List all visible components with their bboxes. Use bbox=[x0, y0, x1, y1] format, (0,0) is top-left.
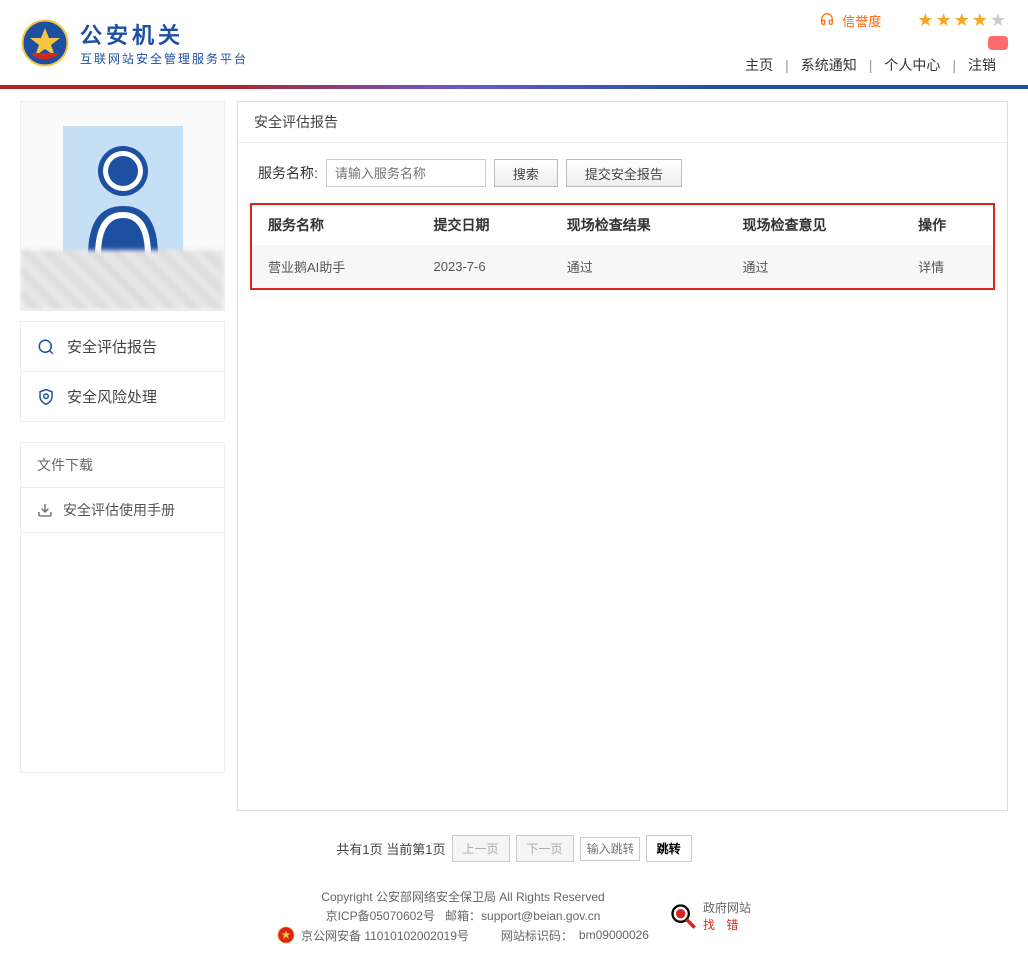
col-check-opinion: 现场检查意见 bbox=[726, 205, 902, 245]
header: 公安机关 互联网站安全管理服务平台 信誉度 ★★★★★ 主页 | 系统通知 | … bbox=[0, 0, 1028, 85]
col-submit-date: 提交日期 bbox=[418, 205, 551, 245]
sidebar-item-risk-handling[interactable]: 安全风险处理 bbox=[21, 372, 224, 421]
search-icon bbox=[37, 338, 55, 356]
file-item-label: 安全评估使用手册 bbox=[63, 500, 175, 520]
download-icon bbox=[37, 502, 53, 518]
gov-badge-sub: 找 错 bbox=[703, 916, 751, 933]
shield-icon bbox=[37, 388, 55, 406]
sidebar-spacer bbox=[20, 533, 225, 773]
cell-date: 2023-7-6 bbox=[418, 245, 551, 288]
sidebar: 安全评估报告 安全风险处理 文件下载 安全评估使用手册 bbox=[20, 101, 225, 811]
file-download-item[interactable]: 安全评估使用手册 bbox=[21, 488, 224, 532]
cell-service-name: 营业鹅AI助手 bbox=[252, 245, 418, 288]
sub-title: 互联网站安全管理服务平台 bbox=[80, 50, 248, 67]
menu-panel: 安全评估报告 安全风险处理 bbox=[20, 321, 225, 422]
footer: Copyright 公安部网络安全保卫局 All Rights Reserved… bbox=[0, 874, 1028, 958]
col-service-name: 服务名称 bbox=[252, 205, 418, 245]
detail-link[interactable]: 详情 bbox=[918, 260, 944, 275]
file-download-section: 文件下载 安全评估使用手册 bbox=[20, 442, 225, 533]
avatar-box bbox=[20, 101, 225, 311]
nav-row: 主页 | 系统通知 | 个人中心 | 注销 bbox=[733, 55, 1008, 75]
police-badge-small-icon bbox=[277, 926, 295, 944]
top-right: 信誉度 ★★★★★ 主页 | 系统通知 | 个人中心 | 注销 bbox=[733, 10, 1008, 75]
logo-section: 公安机关 互联网站安全管理服务平台 bbox=[20, 18, 248, 68]
nav-profile[interactable]: 个人中心 bbox=[872, 55, 952, 75]
nav-logout[interactable]: 注销 bbox=[956, 55, 1008, 75]
container: 安全评估报告 安全风险处理 文件下载 安全评估使用手册 安全评估报告 服务名称:… bbox=[0, 89, 1028, 823]
search-input[interactable] bbox=[326, 159, 486, 187]
gov-badge-main: 政府网站 bbox=[703, 899, 751, 916]
search-button[interactable]: 搜索 bbox=[494, 159, 558, 187]
page-jump-input[interactable] bbox=[580, 837, 640, 861]
nav-home[interactable]: 主页 bbox=[733, 55, 785, 75]
footer-icp: 京ICP备05070602号 邮箱：support@beian.gov.cn bbox=[277, 907, 649, 924]
report-table: 服务名称 提交日期 现场检查结果 现场检查意见 操作 营业鹅AI助手 2023-… bbox=[252, 205, 993, 288]
footer-copyright: Copyright 公安部网络安全保卫局 All Rights Reserved bbox=[277, 888, 649, 905]
col-check-result: 现场检查结果 bbox=[551, 205, 727, 245]
magnifier-icon bbox=[669, 902, 697, 930]
sidebar-item-label: 安全评估报告 bbox=[67, 336, 157, 357]
title-block: 公安机关 互联网站安全管理服务平台 bbox=[80, 18, 248, 67]
footer-record: 京公网安备 11010102002019号 网站标识码：bm09000026 bbox=[277, 926, 649, 944]
main-panel: 安全评估报告 服务名称: 搜索 提交安全报告 服务名称 提交日期 现场检查结果 … bbox=[237, 101, 1008, 811]
next-page-button[interactable]: 下一页 bbox=[516, 835, 574, 862]
page-summary: 共有1页 当前第1页 bbox=[336, 839, 445, 858]
police-badge-icon bbox=[20, 18, 70, 68]
main-title: 公安机关 bbox=[80, 18, 248, 50]
prev-page-button[interactable]: 上一页 bbox=[452, 835, 510, 862]
pagination: 共有1页 当前第1页 上一页 下一页 跳转 bbox=[0, 823, 1028, 874]
submit-report-button[interactable]: 提交安全报告 bbox=[566, 159, 682, 187]
file-section-header: 文件下载 bbox=[21, 443, 224, 488]
reputation-stars: ★★★★★ bbox=[917, 10, 1008, 31]
message-bubble-icon[interactable] bbox=[988, 36, 1008, 50]
sidebar-item-security-report[interactable]: 安全评估报告 bbox=[21, 322, 224, 372]
blurred-area bbox=[21, 250, 224, 310]
search-row: 服务名称: 搜索 提交安全报告 bbox=[238, 143, 1007, 203]
highlighted-table: 服务名称 提交日期 现场检查结果 现场检查意见 操作 营业鹅AI助手 2023-… bbox=[250, 203, 995, 290]
panel-title: 安全评估报告 bbox=[238, 102, 1007, 143]
page-go-button[interactable]: 跳转 bbox=[646, 835, 692, 862]
cell-result: 通过 bbox=[551, 245, 727, 288]
sidebar-item-label: 安全风险处理 bbox=[67, 386, 157, 407]
gov-error-badge[interactable]: 政府网站 找 错 bbox=[669, 899, 751, 933]
col-action: 操作 bbox=[902, 205, 993, 245]
reputation-label: 信誉度 bbox=[842, 11, 881, 30]
table-row: 营业鹅AI助手 2023-7-6 通过 通过 详情 bbox=[252, 245, 993, 288]
cell-opinion: 通过 bbox=[726, 245, 902, 288]
reputation-row: 信誉度 ★★★★★ bbox=[820, 10, 1008, 31]
search-label: 服务名称: bbox=[258, 163, 318, 183]
nav-notice[interactable]: 系统通知 bbox=[789, 55, 869, 75]
headset-icon bbox=[820, 12, 834, 29]
